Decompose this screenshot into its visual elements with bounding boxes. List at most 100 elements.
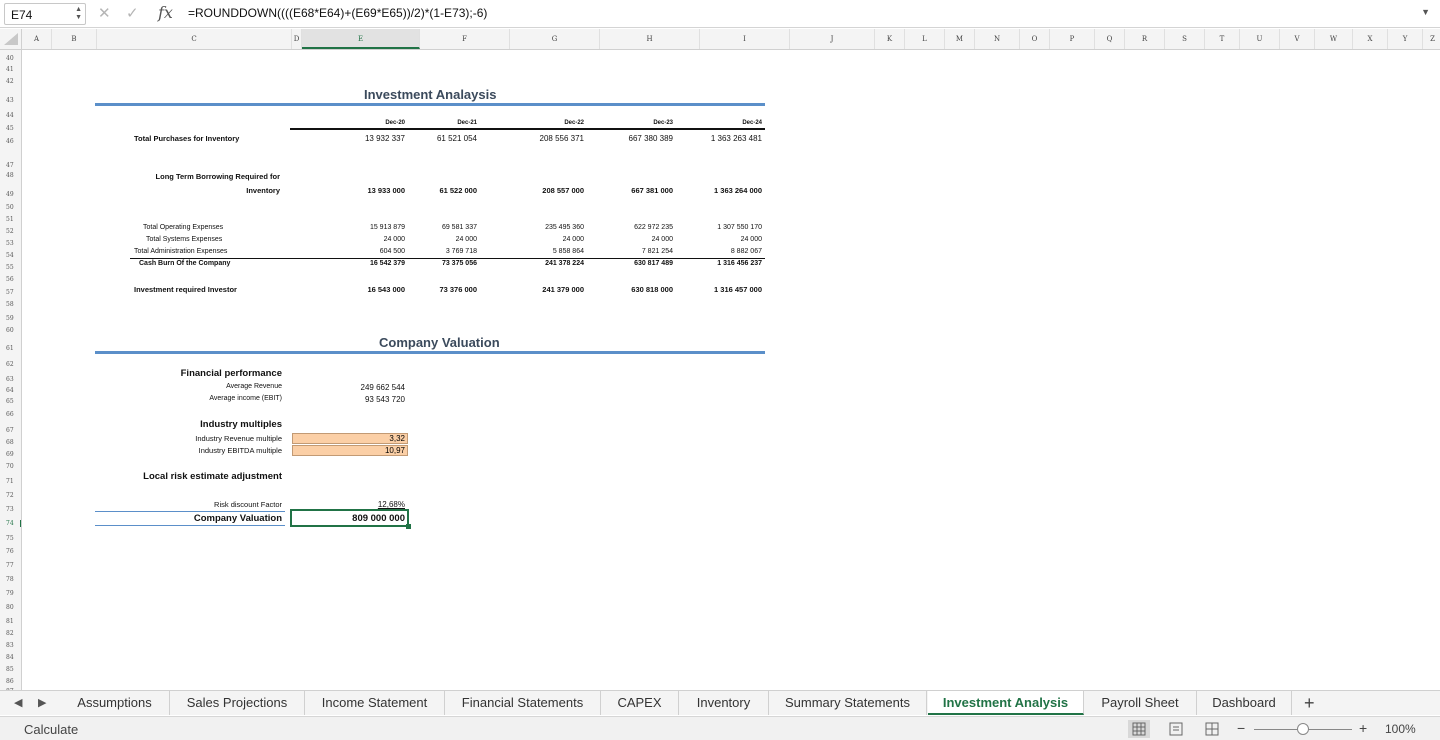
column-header-k[interactable]: K [875,29,905,49]
row-header-54[interactable]: 54 [0,252,21,259]
row-header-73[interactable]: 73 [0,506,21,513]
opex-value-dec-22[interactable]: 235 495 360 [494,224,584,231]
row-header-69[interactable]: 69 [0,451,21,458]
row-header-68[interactable]: 68 [0,439,21,446]
row-header-44[interactable]: 44 [0,112,21,119]
zoom-out-icon[interactable]: − [1237,720,1245,736]
row-header-83[interactable]: 83 [0,642,21,649]
row-header-79[interactable]: 79 [0,590,21,597]
opex-value-dec-24[interactable]: 1 307 550 170 [672,224,762,231]
avg-income-value[interactable]: 93 543 720 [320,395,405,404]
purchases-value-dec-23[interactable]: 667 380 389 [583,134,674,143]
row-header-62[interactable]: 62 [0,361,21,368]
borrow-value-dec-23[interactable]: 667 381 000 [583,186,673,195]
column-header-o[interactable]: O [1020,29,1050,49]
column-header-p[interactable]: P [1050,29,1095,49]
row-header-74[interactable]: 74 [0,520,21,527]
column-header-q[interactable]: Q [1095,29,1125,49]
column-header-c[interactable]: C [97,29,292,49]
investor-value-dec-21[interactable]: 73 376 000 [387,285,477,294]
zoom-in-icon[interactable]: + [1359,720,1367,736]
purchases-value-dec-22[interactable]: 208 556 371 [494,134,585,143]
tab-next-icon[interactable]: ▶ [38,696,46,709]
column-header-z[interactable]: Z [1423,29,1440,49]
page-layout-button[interactable] [1165,720,1187,738]
purchases-value-dec-21[interactable]: 61 521 054 [387,134,477,143]
row-header-82[interactable]: 82 [0,630,21,637]
burn-value-dec-21[interactable]: 73 375 056 [387,260,477,267]
admin-value-dec-24[interactable]: 8 882 067 [672,248,762,255]
row-header-60[interactable]: 60 [0,327,21,334]
row-header-67[interactable]: 67 [0,427,21,434]
column-header-d[interactable]: D [292,29,302,49]
column-header-i[interactable]: I [700,29,790,49]
column-header-b[interactable]: B [52,29,97,49]
admin-value-dec-22[interactable]: 5 858 864 [494,248,584,255]
chevron-down-icon[interactable]: ▼ [1421,7,1430,17]
normal-view-button[interactable] [1128,720,1150,738]
sheet-grid[interactable]: Investment Analaysis Total Purchases for… [22,50,1440,690]
column-header-g[interactable]: G [510,29,600,49]
row-header-76[interactable]: 76 [0,548,21,555]
zoom-slider-knob[interactable] [1297,723,1309,735]
row-header-43[interactable]: 43 [0,97,21,104]
row-header-66[interactable]: 66 [0,411,21,418]
row-header-84[interactable]: 84 [0,654,21,661]
column-header-s[interactable]: S [1165,29,1205,49]
name-box-stepper-icon[interactable]: ▲ ▼ [75,6,82,22]
column-header-m[interactable]: M [945,29,975,49]
column-header-v[interactable]: V [1280,29,1315,49]
column-header-j[interactable]: J [790,29,875,49]
column-header-a[interactable]: A [22,29,52,49]
row-header-85[interactable]: 85 [0,666,21,673]
column-header-r[interactable]: R [1125,29,1165,49]
column-header-y[interactable]: Y [1388,29,1423,49]
tab-capex[interactable]: CAPEX [601,691,679,715]
row-header-49[interactable]: 49 [0,191,21,198]
row-header-51[interactable]: 51 [0,216,21,223]
row-header-64[interactable]: 64 [0,387,21,394]
row-header-75[interactable]: 75 [0,535,21,542]
tab-inventory[interactable]: Inventory [679,691,769,715]
column-header-f[interactable]: F [420,29,510,49]
row-header-52[interactable]: 52 [0,228,21,235]
row-header-81[interactable]: 81 [0,618,21,625]
row-header-86[interactable]: 86 [0,678,21,685]
avg-revenue-value[interactable]: 249 662 544 [320,383,406,392]
investor-value-dec-24[interactable]: 1 316 457 000 [672,285,762,294]
row-header-61[interactable]: 61 [0,345,21,352]
row-header-71[interactable]: 71 [0,478,21,485]
row-header-77[interactable]: 77 [0,562,21,569]
page-break-button[interactable] [1201,720,1223,738]
close-icon[interactable]: ✕ [98,4,111,22]
row-header-50[interactable]: 50 [0,204,21,211]
row-header-53[interactable]: 53 [0,240,21,247]
opex-value-dec-21[interactable]: 69 581 337 [387,224,477,231]
row-header-58[interactable]: 58 [0,301,21,308]
column-header-u[interactable]: U [1240,29,1280,49]
admin-value-dec-21[interactable]: 3 769 718 [387,248,477,255]
column-header-t[interactable]: T [1205,29,1240,49]
column-header-l[interactable]: L [905,29,945,49]
burn-value-dec-22[interactable]: 241 378 224 [494,260,584,267]
fill-handle[interactable] [406,524,411,529]
tab-dashboard[interactable]: Dashboard [1197,691,1292,715]
select-all-button[interactable] [0,29,22,49]
investor-value-dec-22[interactable]: 241 379 000 [494,285,584,294]
row-header-57[interactable]: 57 [0,289,21,296]
row-header-48[interactable]: 48 [0,172,21,179]
name-box[interactable]: E74 ▲ ▼ [4,3,86,25]
sys-value-dec-24[interactable]: 24 000 [672,236,762,243]
row-header-65[interactable]: 65 [0,398,21,405]
row-header-40[interactable]: 40 [0,55,21,62]
tab-financial-statements[interactable]: Financial Statements [445,691,601,715]
row-header-63[interactable]: 63 [0,376,21,383]
tab-sales-projections[interactable]: Sales Projections [170,691,305,715]
row-header-45[interactable]: 45 [0,125,21,132]
tab-income-statement[interactable]: Income Statement [305,691,445,715]
fx-icon[interactable]: fx [158,3,173,22]
borrow-value-dec-24[interactable]: 1 363 264 000 [672,186,762,195]
column-header-w[interactable]: W [1315,29,1353,49]
tab-assumptions[interactable]: Assumptions [60,691,170,715]
row-header-55[interactable]: 55 [0,264,21,271]
